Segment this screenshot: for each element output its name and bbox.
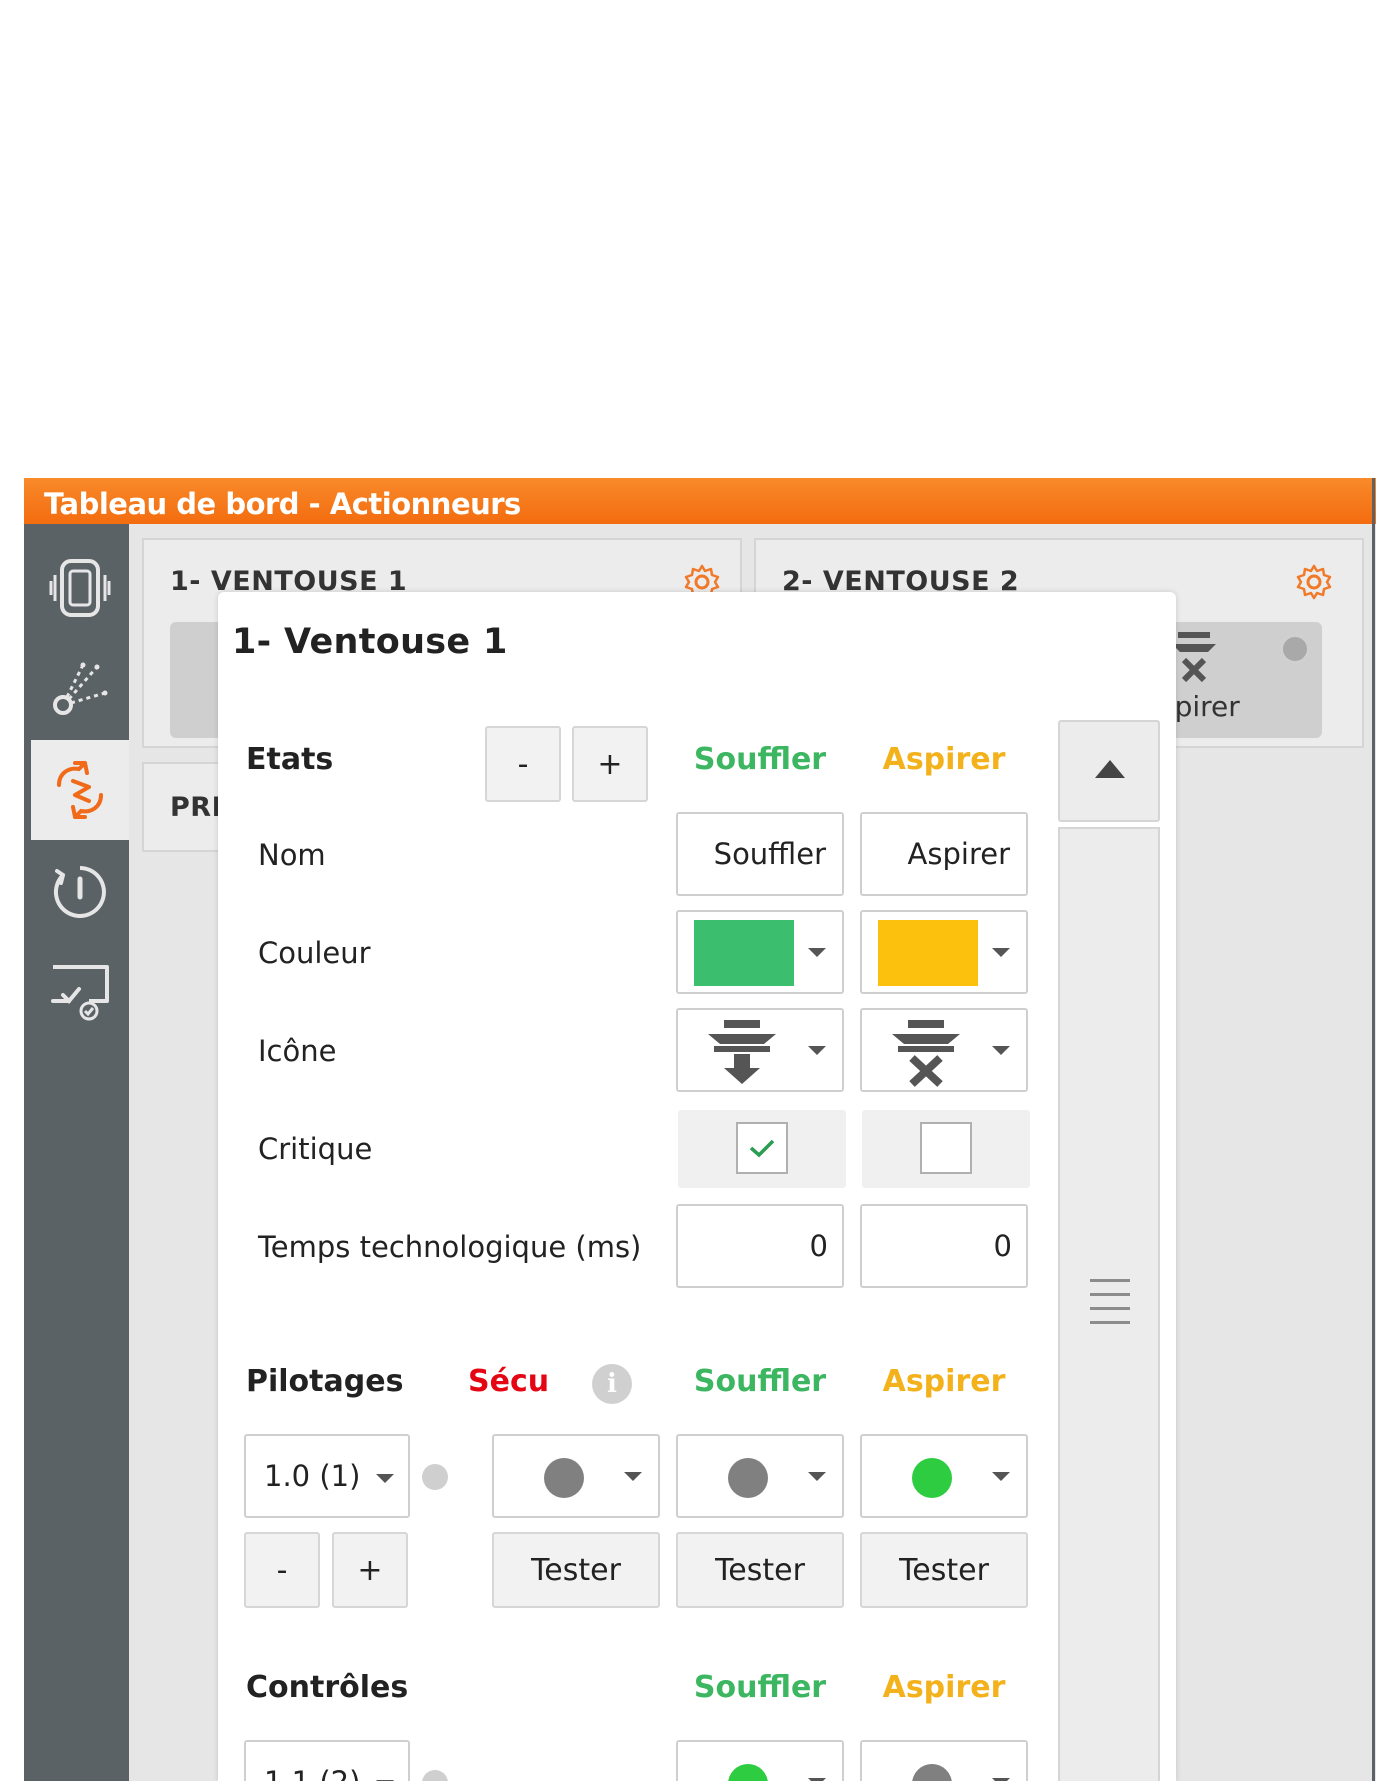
pilotage-header-aspirer: Aspirer xyxy=(882,1364,1006,1399)
critique-cell-souffler xyxy=(678,1110,846,1188)
slot-status-dot xyxy=(422,1464,448,1490)
scrollbar-track[interactable] xyxy=(1058,827,1160,1781)
test-button-souffler[interactable]: Tester xyxy=(676,1532,844,1608)
color-swatch xyxy=(694,920,794,986)
suction-cup-down-arrow-icon xyxy=(708,1020,776,1084)
chevron-down-icon xyxy=(808,948,826,957)
rail-item-device[interactable] xyxy=(31,538,129,638)
color-swatch xyxy=(878,920,978,986)
device-icon xyxy=(49,559,111,617)
row-label-temps: Temps technologique (ms) xyxy=(258,1230,642,1264)
output-state-dot xyxy=(912,1458,952,1498)
remove-output-button[interactable]: - xyxy=(244,1532,320,1608)
timer-icon xyxy=(53,866,106,918)
row-label-couleur: Couleur xyxy=(258,936,371,970)
pilotage-header-souffler: Souffler xyxy=(693,1364,827,1399)
color-picker-souffler[interactable] xyxy=(676,910,844,994)
window-title: Tableau de bord - Actionneurs xyxy=(44,487,521,521)
icon-picker-souffler[interactable] xyxy=(676,1008,844,1092)
row-label-critique: Critique xyxy=(258,1132,373,1166)
output-select-souffler[interactable] xyxy=(676,1434,844,1518)
panel-title: 1- Ventouse 1 xyxy=(232,622,508,662)
slot-value: 1.0 (1) xyxy=(264,1459,361,1493)
critique-cell-aspirer xyxy=(862,1110,1030,1188)
chevron-down-icon xyxy=(808,1472,826,1481)
actuator-config-panel: 1- Ventouse 1 Etats - + Souffler Aspirer… xyxy=(218,592,1176,1781)
rail-item-timer[interactable] xyxy=(31,842,129,942)
controles-section-label: Contrôles xyxy=(246,1670,409,1705)
chevron-down-icon xyxy=(992,1046,1010,1055)
chevron-down-icon xyxy=(376,1474,394,1483)
left-rail xyxy=(24,524,129,1781)
card-title: PRI xyxy=(170,792,223,823)
state-name-input-souffler[interactable]: Souffler xyxy=(676,812,844,896)
input-select-aspirer[interactable] xyxy=(860,1740,1028,1781)
slot-value: 1.1 (2) xyxy=(264,1765,360,1781)
output-state-dot xyxy=(544,1458,584,1498)
test-button-aspirer[interactable]: Tester xyxy=(860,1532,1028,1608)
chevron-down-icon xyxy=(992,1472,1010,1481)
add-output-button[interactable]: + xyxy=(332,1532,408,1608)
rail-item-sensors[interactable] xyxy=(31,638,129,738)
controle-header-souffler: Souffler xyxy=(693,1670,827,1705)
input-slot-select[interactable]: 1.1 (2) xyxy=(244,1740,410,1781)
output-state-dot xyxy=(728,1458,768,1498)
gear-icon[interactable] xyxy=(1294,562,1334,602)
title-bar: Tableau de bord - Actionneurs xyxy=(24,478,1376,524)
arrow-up-icon xyxy=(1095,760,1125,778)
input-state-dot xyxy=(728,1764,768,1781)
critique-checkbox-souffler[interactable] xyxy=(736,1122,788,1174)
output-select-secu[interactable] xyxy=(492,1434,660,1518)
pilotages-section-label: Pilotages xyxy=(246,1364,404,1399)
rail-item-actuators[interactable] xyxy=(31,740,129,840)
scroll-up-button[interactable] xyxy=(1058,720,1160,822)
output-select-aspirer[interactable] xyxy=(860,1434,1028,1518)
add-state-button[interactable]: + xyxy=(572,726,648,802)
window-edge xyxy=(1372,478,1375,1781)
state-name-input-aspirer[interactable]: Aspirer xyxy=(860,812,1028,896)
color-picker-aspirer[interactable] xyxy=(860,910,1028,994)
state-header-souffler: Souffler xyxy=(693,742,827,777)
status-indicator xyxy=(1280,634,1310,664)
temps-input-souffler[interactable]: 0 xyxy=(676,1204,844,1288)
slot-status-dot xyxy=(422,1770,448,1781)
actuators-icon xyxy=(57,761,103,819)
output-slot-select[interactable]: 1.0 (1) xyxy=(244,1434,410,1518)
chevron-down-icon xyxy=(992,948,1010,957)
info-icon[interactable]: i xyxy=(592,1364,632,1404)
controle-header-aspirer: Aspirer xyxy=(882,1670,1006,1705)
rail-item-monitor[interactable] xyxy=(31,942,129,1042)
state-header-aspirer: Aspirer xyxy=(882,742,1006,777)
row-label-icone: Icône xyxy=(258,1034,337,1068)
sensors-icon xyxy=(53,662,108,715)
checkmark-icon xyxy=(749,1139,775,1158)
secu-header: Sécu xyxy=(468,1364,550,1399)
chevron-down-icon xyxy=(624,1472,642,1481)
row-label-nom: Nom xyxy=(258,838,326,872)
scrollbar-grip-icon[interactable] xyxy=(1090,1279,1130,1335)
critique-checkbox-aspirer[interactable] xyxy=(920,1122,972,1174)
test-button-secu[interactable]: Tester xyxy=(492,1532,660,1608)
input-state-dot xyxy=(912,1764,952,1781)
remove-state-button[interactable]: - xyxy=(485,726,561,802)
monitor-check-icon xyxy=(51,965,109,1021)
input-select-souffler[interactable] xyxy=(676,1740,844,1781)
chevron-down-icon xyxy=(808,1046,826,1055)
etats-section-label: Etats xyxy=(246,742,334,777)
suction-cup-x-icon xyxy=(892,1020,960,1087)
icon-picker-aspirer[interactable] xyxy=(860,1008,1028,1092)
temps-input-aspirer[interactable]: 0 xyxy=(860,1204,1028,1288)
